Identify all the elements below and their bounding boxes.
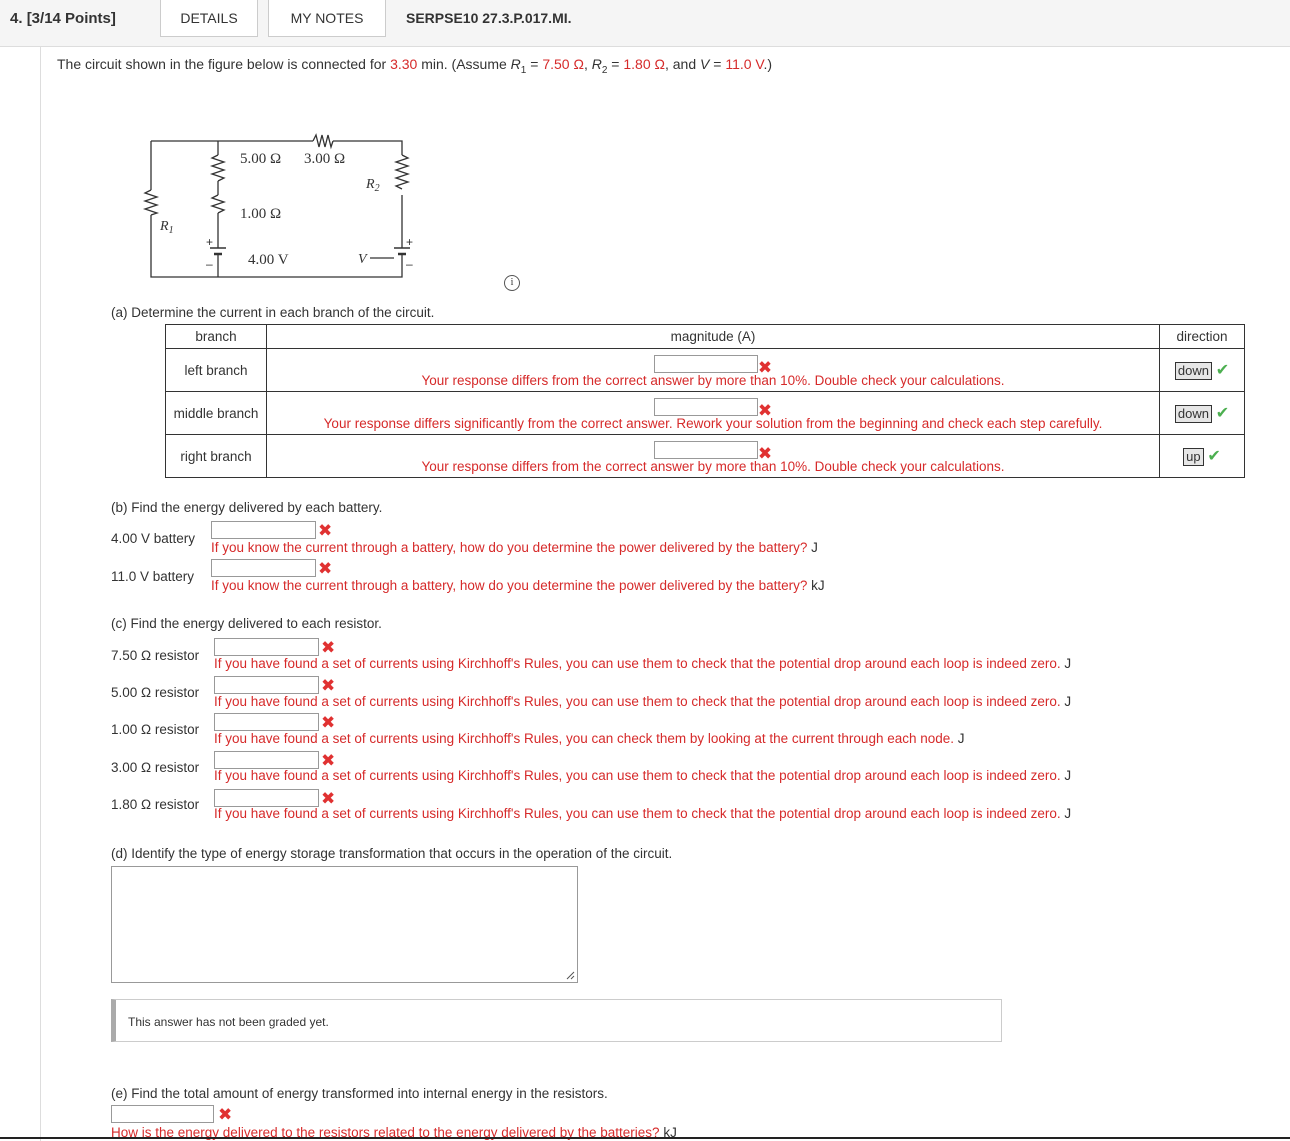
graded-status-text: This answer has not been graded yet. bbox=[128, 1015, 329, 1029]
feedback-text: If you have found a set of currents usin… bbox=[214, 694, 1072, 709]
question-id: SERPSE10 27.3.P.017.MI. bbox=[406, 10, 572, 26]
resistor-7-50-energy-input[interactable] bbox=[214, 638, 319, 656]
battery-label: 4.00 V battery bbox=[111, 531, 196, 546]
branch-label: middle branch bbox=[165, 391, 267, 435]
branch-label: left branch bbox=[165, 348, 267, 392]
part-b-question: (b) Find the energy delivered by each ba… bbox=[111, 500, 383, 515]
bottom-divider bbox=[0, 1137, 1290, 1139]
resistor-label: 3.00 Ω resistor bbox=[111, 760, 200, 775]
part-e-question: (e) Find the total amount of energy tran… bbox=[111, 1086, 608, 1101]
correct-icon: ✔ bbox=[1207, 448, 1221, 465]
col-branch: branch bbox=[165, 324, 267, 349]
resistor-label: 1.00 Ω resistor bbox=[111, 722, 200, 737]
resistor-label: 1.80 Ω resistor bbox=[111, 797, 200, 812]
wrong-icon: ✖ bbox=[321, 789, 336, 808]
label-R2: R2 bbox=[365, 177, 380, 194]
wrong-icon: ✖ bbox=[321, 638, 336, 657]
my-notes-tab[interactable]: MY NOTES bbox=[268, 0, 386, 37]
right-branch-direction-select[interactable]: up bbox=[1183, 448, 1204, 466]
feedback-text: Your response differs from the correct a… bbox=[421, 458, 1005, 474]
left-branch-direction-select[interactable]: down bbox=[1174, 362, 1212, 380]
col-direction: direction bbox=[1159, 324, 1245, 349]
resistor-label: 5.00 Ω resistor bbox=[111, 685, 200, 700]
wrong-icon: ✖ bbox=[321, 713, 336, 732]
wrong-icon: ✖ bbox=[218, 1105, 233, 1124]
wrong-icon: ✖ bbox=[318, 559, 333, 578]
feedback-text: If you have found a set of currents usin… bbox=[214, 806, 1072, 821]
left-branch-magnitude-input[interactable] bbox=[653, 354, 758, 373]
feedback-text: Your response differs significantly from… bbox=[323, 415, 1103, 431]
label-R1: R1 bbox=[159, 219, 174, 236]
resize-handle-icon[interactable] bbox=[565, 970, 575, 980]
feedback-text: If you know the current through a batter… bbox=[211, 578, 825, 593]
middle-branch-magnitude-input[interactable] bbox=[653, 397, 758, 416]
feedback-text: If you have found a set of currents usin… bbox=[214, 731, 965, 746]
total-internal-energy-input[interactable] bbox=[111, 1105, 214, 1123]
battery-4v-energy-input[interactable] bbox=[211, 521, 316, 539]
r1-value: 7.50 Ω bbox=[542, 56, 584, 72]
details-tab[interactable]: DETAILS bbox=[160, 0, 258, 37]
label-1-ohm: 1.00 Ω bbox=[240, 206, 281, 222]
part-a-question: (a) Determine the current in each branch… bbox=[111, 305, 435, 320]
feedback-text: If you have found a set of currents usin… bbox=[214, 768, 1072, 783]
resistor-3-00-energy-input[interactable] bbox=[214, 751, 319, 769]
resistor-1-00-energy-input[interactable] bbox=[214, 713, 319, 731]
feedback-text: Your response differs from the correct a… bbox=[421, 372, 1005, 388]
battery-11v-energy-input[interactable] bbox=[211, 559, 316, 577]
wrong-icon: ✖ bbox=[321, 676, 336, 695]
wrong-icon: ✖ bbox=[318, 521, 333, 540]
info-icon[interactable]: i bbox=[504, 275, 520, 291]
part-c-question: (c) Find the energy delivered to each re… bbox=[111, 616, 382, 631]
plus-left: + bbox=[206, 235, 213, 249]
minus-left: – bbox=[206, 257, 213, 271]
label-V: V bbox=[358, 252, 368, 267]
question-number-points: 4. [3/14 Points] bbox=[10, 10, 116, 27]
circuit-diagram: 5.00 Ω 3.00 Ω 1.00 Ω 4.00 V R1 R2 V + – … bbox=[142, 133, 413, 278]
resistor-1-80-energy-input[interactable] bbox=[214, 789, 319, 807]
feedback-text: If you have found a set of currents usin… bbox=[214, 656, 1072, 671]
correct-icon: ✔ bbox=[1215, 405, 1230, 422]
right-branch-magnitude-input[interactable] bbox=[653, 440, 758, 459]
middle-branch-direction-select[interactable]: down bbox=[1174, 405, 1212, 423]
branch-label: right branch bbox=[165, 434, 267, 478]
label-4v: 4.00 V bbox=[248, 252, 289, 268]
table-row: right branch ✖ Your response differs fro… bbox=[165, 434, 1245, 478]
table-row: left branch ✖ Your response differs from… bbox=[165, 348, 1245, 392]
table-row: middle branch ✖ Your response differs si… bbox=[165, 391, 1245, 435]
plus-right: + bbox=[406, 235, 413, 249]
v-value: 11.0 V bbox=[725, 56, 764, 72]
time-value: 3.30 bbox=[390, 56, 418, 72]
resistor-5-00-energy-input[interactable] bbox=[214, 676, 319, 694]
feedback-text: If you know the current through a batter… bbox=[211, 540, 818, 555]
battery-label: 11.0 V battery bbox=[111, 569, 195, 584]
wrong-icon: ✖ bbox=[321, 751, 336, 770]
problem-statement: The circuit shown in the figure below is… bbox=[57, 56, 773, 76]
r2-value: 1.80 Ω bbox=[623, 56, 665, 72]
question-header: 4. [3/14 Points] DETAILS MY NOTES SERPSE… bbox=[0, 0, 1290, 47]
correct-icon: ✔ bbox=[1215, 362, 1230, 379]
currents-table: branch magnitude (A) direction left bran… bbox=[165, 324, 1245, 478]
resistor-label: 7.50 Ω resistor bbox=[111, 648, 200, 663]
minus-right: – bbox=[406, 257, 413, 271]
energy-transformation-textarea[interactable] bbox=[111, 866, 578, 983]
label-5-ohm: 5.00 Ω bbox=[240, 151, 281, 167]
part-d-question: (d) Identify the type of energy storage … bbox=[111, 846, 673, 861]
col-magnitude: magnitude (A) bbox=[266, 324, 1160, 349]
graded-status-box: This answer has not been graded yet. bbox=[111, 999, 1002, 1042]
label-3-ohm: 3.00 Ω bbox=[304, 151, 345, 167]
